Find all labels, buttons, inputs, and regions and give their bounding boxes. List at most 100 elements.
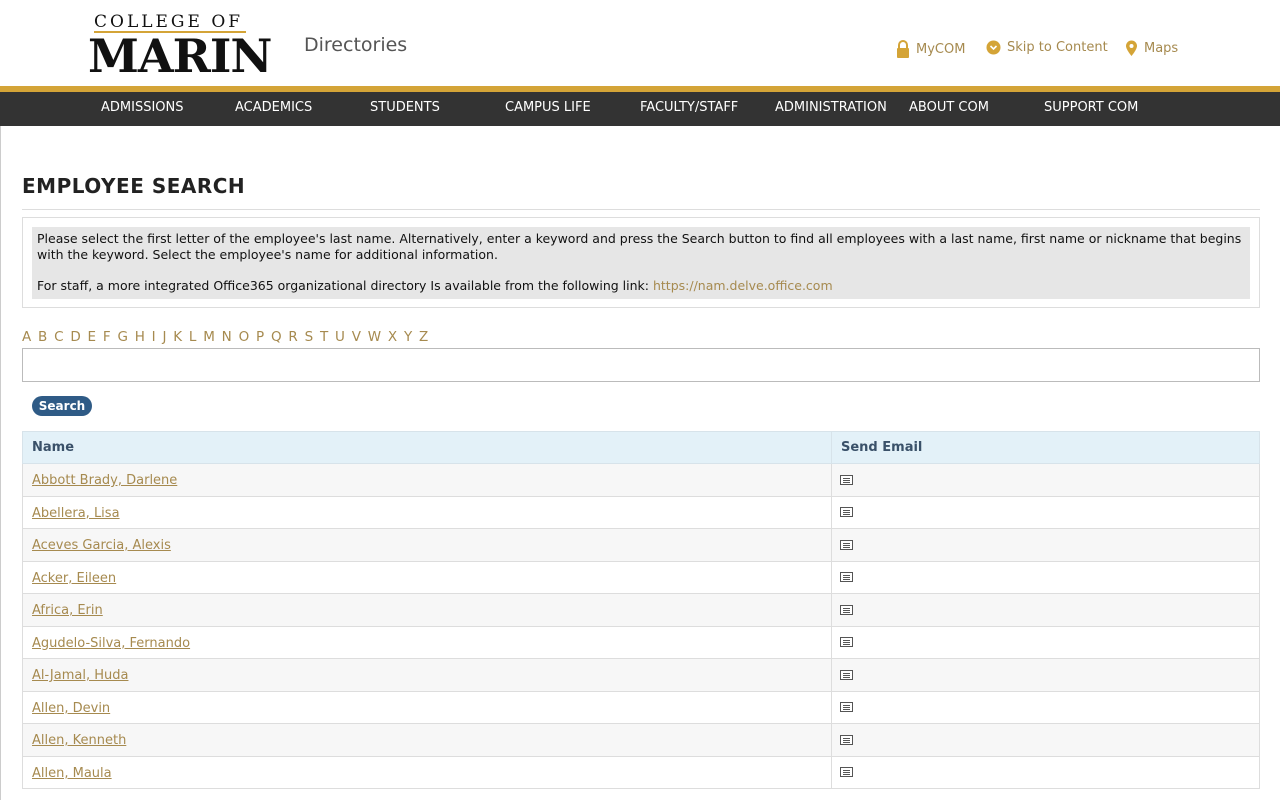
college-logo[interactable]: COLLEGE OF MARIN (88, 10, 272, 82)
email-icon[interactable] (840, 474, 853, 485)
letter-d[interactable]: D (70, 329, 80, 345)
name-cell: Africa, Erin (23, 594, 832, 626)
name-cell: Acker, Eileen (23, 561, 832, 593)
letter-u[interactable]: U (335, 329, 345, 345)
letter-s[interactable]: S (305, 329, 314, 345)
letter-t[interactable]: T (320, 329, 328, 345)
heading-divider (22, 209, 1260, 210)
employee-name-link[interactable]: Abbott Brady, Darlene (32, 473, 177, 488)
nav-academics[interactable]: ACADEMICS (235, 92, 312, 126)
table-row: Allen, Maula (22, 756, 1260, 789)
letter-e[interactable]: E (88, 329, 97, 345)
send-email-cell (832, 594, 1259, 626)
table-row: Al-Jamal, Huda (22, 659, 1260, 692)
email-icon[interactable] (840, 669, 853, 680)
header-name: Name (23, 432, 832, 463)
info-office365: For staff, a more integrated Office365 o… (37, 278, 1245, 294)
site-title: Directories (304, 34, 408, 56)
name-cell: Allen, Devin (23, 691, 832, 723)
table-row: Africa, Erin (22, 594, 1260, 627)
employee-name-link[interactable]: Allen, Maula (32, 766, 112, 781)
email-icon[interactable] (840, 539, 853, 550)
table-body: Abbott Brady, Darlene Abellera, Lisa Aceve… (22, 464, 1260, 789)
nav-campus-life[interactable]: CAMPUS LIFE (505, 92, 591, 126)
nav-administration[interactable]: ADMINISTRATION (775, 92, 887, 126)
send-email-cell (832, 464, 1259, 496)
nav-students[interactable]: STUDENTS (370, 92, 440, 126)
name-cell: Abellera, Lisa (23, 496, 832, 528)
letter-m[interactable]: M (203, 329, 215, 345)
map-pin-icon (1126, 40, 1137, 56)
letter-j[interactable]: J (162, 329, 166, 345)
email-icon[interactable] (840, 734, 853, 745)
nav-admissions[interactable]: ADMISSIONS (101, 92, 184, 126)
info-box: Please select the first letter of the em… (32, 227, 1250, 299)
letter-x[interactable]: X (388, 329, 397, 345)
letter-g[interactable]: G (117, 329, 127, 345)
info-panel: Please select the first letter of the em… (22, 217, 1260, 308)
email-icon[interactable] (840, 572, 853, 583)
nav-support-com[interactable]: SUPPORT COM (1044, 92, 1138, 126)
search-input[interactable] (22, 348, 1260, 382)
site-header: COLLEGE OF MARIN Directories MyCOM Skip … (0, 0, 1280, 86)
table-row: Acker, Eileen (22, 561, 1260, 594)
send-email-cell (832, 529, 1259, 561)
name-cell: Aceves Garcia, Alexis (23, 529, 832, 561)
letter-q[interactable]: Q (271, 329, 282, 345)
search-button[interactable]: Search (32, 396, 92, 416)
letter-r[interactable]: R (288, 329, 297, 345)
employee-name-link[interactable]: Allen, Kenneth (32, 733, 126, 748)
logo-main-text: MARIN (88, 29, 272, 83)
email-icon[interactable] (840, 637, 853, 648)
email-icon[interactable] (840, 604, 853, 615)
letter-w[interactable]: W (368, 329, 381, 345)
letter-b[interactable]: B (38, 329, 47, 345)
letter-a[interactable]: A (22, 329, 31, 345)
employee-name-link[interactable]: Aceves Garcia, Alexis (32, 538, 171, 553)
skip-to-content-link[interactable]: Skip to Content (986, 40, 1108, 55)
email-icon[interactable] (840, 702, 853, 713)
employee-name-link[interactable]: Acker, Eileen (32, 571, 116, 586)
send-email-cell (832, 724, 1259, 756)
main-nav: ADMISSIONS ACADEMICS STUDENTS CAMPUS LIF… (0, 92, 1280, 126)
letter-h[interactable]: H (135, 329, 145, 345)
table-row: Abbott Brady, Darlene (22, 464, 1260, 497)
name-cell: Al-Jamal, Huda (23, 659, 832, 691)
letter-l[interactable]: L (189, 329, 197, 345)
employee-name-link[interactable]: Agudelo-Silva, Fernando (32, 636, 190, 651)
employee-name-link[interactable]: Al-Jamal, Huda (32, 668, 128, 683)
maps-label: Maps (1144, 41, 1179, 56)
alphabet-filter: ABCDEFGHIJKLMNOPQRSTUVWXYZ (22, 329, 435, 345)
chevron-down-circle-icon (986, 40, 1001, 55)
send-email-cell (832, 692, 1259, 724)
employee-name-link[interactable]: Allen, Devin (32, 701, 110, 716)
maps-link[interactable]: Maps (1125, 40, 1178, 57)
table-row: Aceves Garcia, Alexis (22, 529, 1260, 562)
mycom-label: MyCOM (916, 41, 966, 57)
letter-f[interactable]: F (103, 329, 111, 345)
email-icon[interactable] (840, 767, 853, 778)
mycom-link[interactable]: MyCOM (896, 40, 965, 58)
nav-faculty-staff[interactable]: FACULTY/STAFF (640, 92, 738, 126)
letter-o[interactable]: O (239, 329, 250, 345)
delve-link[interactable]: https://nam.delve.office.com (653, 278, 833, 293)
send-email-cell (832, 627, 1259, 659)
info-office365-text: For staff, a more integrated Office365 o… (37, 278, 653, 293)
name-cell: Allen, Kenneth (23, 724, 832, 756)
table-row: Agudelo-Silva, Fernando (22, 626, 1260, 659)
letter-y[interactable]: Y (404, 329, 412, 345)
letter-i[interactable]: I (152, 329, 156, 345)
table-row: Allen, Devin (22, 691, 1260, 724)
nav-about-com[interactable]: ABOUT COM (909, 92, 989, 126)
letter-p[interactable]: P (256, 329, 264, 345)
email-icon[interactable] (840, 507, 853, 518)
letter-z[interactable]: Z (419, 329, 428, 345)
letter-c[interactable]: C (54, 329, 63, 345)
employee-name-link[interactable]: Africa, Erin (32, 603, 103, 618)
letter-v[interactable]: V (352, 329, 361, 345)
letter-n[interactable]: N (222, 329, 232, 345)
employee-table: Name Send Email Abbott Brady, Darlene Abe… (22, 431, 1260, 789)
table-row: Abellera, Lisa (22, 496, 1260, 529)
employee-name-link[interactable]: Abellera, Lisa (32, 506, 120, 521)
letter-k[interactable]: K (173, 329, 182, 345)
